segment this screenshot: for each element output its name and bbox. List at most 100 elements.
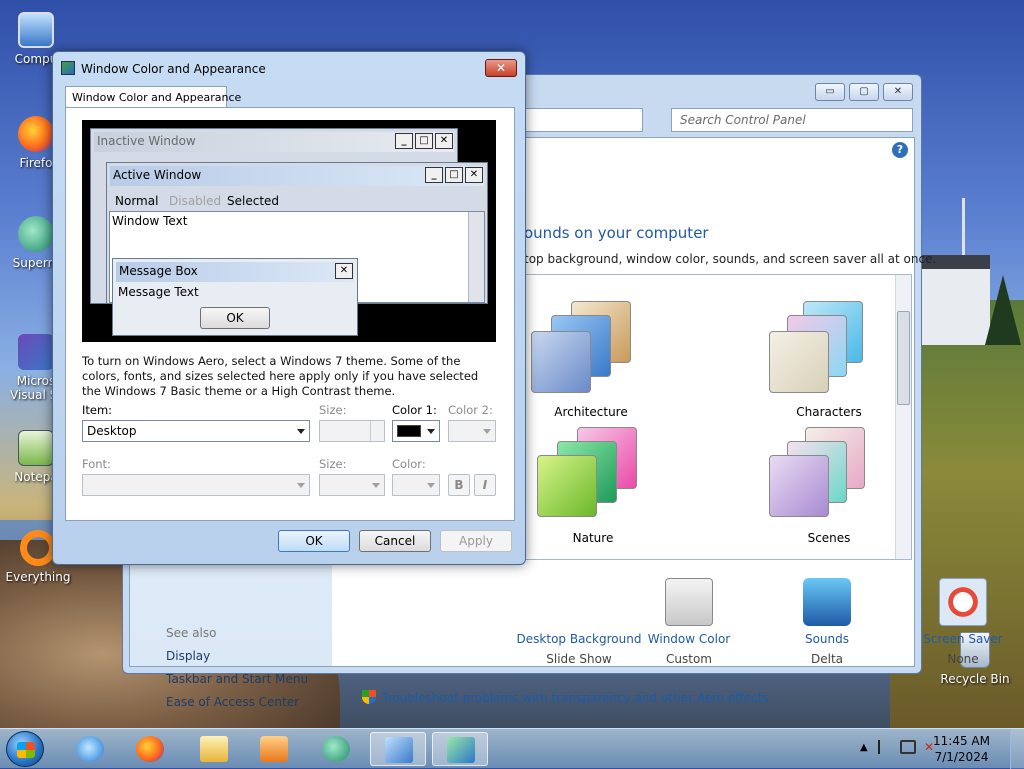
apply-button[interactable]: Apply (440, 530, 512, 552)
supermium-icon (18, 216, 54, 252)
firefox-icon (136, 736, 164, 762)
dialog-title: Window Color and Appearance (81, 62, 266, 76)
scrollbar-thumb[interactable] (897, 311, 910, 405)
taskbar-supermium[interactable] (308, 732, 364, 766)
visual-studio-icon (18, 334, 54, 370)
chevron-down-icon (427, 429, 435, 434)
media-player-icon (260, 736, 288, 762)
theme-nature[interactable]: Nature (533, 427, 653, 545)
notepad-icon (18, 430, 54, 466)
taskbar-explorer[interactable] (186, 732, 242, 766)
font-color-label: Color: (392, 457, 426, 471)
sounds-icon (803, 578, 851, 626)
computer-icon (18, 12, 54, 48)
theme-characters[interactable]: Characters (769, 301, 889, 419)
chevron-down-icon (483, 429, 491, 434)
window-color-icon (665, 578, 713, 626)
ok-button[interactable]: OK (278, 530, 350, 552)
taskbar-media-player[interactable] (246, 732, 302, 766)
color1-swatch (397, 425, 421, 437)
size-label: Size: (319, 403, 347, 417)
personalization-icon (447, 737, 475, 763)
sidebar-link-ease-of-access[interactable]: Ease of Access Center (166, 695, 299, 709)
theme-scenes[interactable]: Scenes (769, 427, 889, 545)
font-label: Font: (82, 457, 111, 471)
everything-icon (20, 530, 56, 566)
desktop-background-icon (555, 578, 603, 626)
preview-scrollbar (468, 212, 484, 302)
maximize-icon: □ (445, 167, 463, 183)
start-button[interactable] (6, 731, 44, 767)
help-icon[interactable]: ? (892, 142, 908, 158)
supermium-icon (322, 736, 350, 762)
font-dropdown[interactable] (82, 474, 310, 496)
see-also-label: See also (166, 626, 217, 640)
shield-icon (362, 690, 376, 704)
sidebar-link-display[interactable]: Display (166, 649, 210, 663)
close-icon: ✕ (465, 167, 483, 183)
taskbar-firefox[interactable] (122, 732, 178, 766)
cancel-button[interactable]: Cancel (359, 530, 431, 552)
themes-list: Architecture Characters Nature Scenes (524, 274, 912, 560)
chevron-down-icon (427, 483, 435, 488)
size-stepper[interactable] (319, 420, 385, 442)
search-input[interactable]: Search Control Panel (671, 108, 913, 132)
internet-explorer-icon (76, 736, 104, 762)
system-tray: ▲ ✕ 11:45 AM 7/1/2024 (834, 729, 1024, 769)
item-dropdown[interactable]: Desktop (82, 420, 310, 442)
font-color-picker[interactable] (392, 474, 440, 496)
appearance-preview[interactable]: Inactive Window _ □ ✕ Active Window _ □ … (82, 120, 496, 342)
sounds-link[interactable]: Sounds Delta (762, 578, 892, 666)
menu-disabled: Disabled (169, 194, 222, 208)
network-icon[interactable] (900, 740, 916, 754)
folder-icon (200, 736, 228, 762)
chevron-down-icon (372, 483, 380, 488)
menu-selected: Selected (227, 194, 280, 208)
show-desktop-button[interactable] (1010, 729, 1024, 769)
troubleshoot-link[interactable]: Troubleshoot problems with transparency … (362, 690, 769, 705)
maximize-icon: □ (415, 133, 433, 149)
preview-message-box[interactable]: Message Box ✕ Message Text OK (112, 258, 358, 336)
color1-label: Color 1: (392, 403, 437, 417)
item-label: Item: (82, 403, 113, 417)
bold-button[interactable]: B (448, 474, 470, 496)
color2-picker[interactable] (448, 420, 496, 442)
windows-logo-icon (17, 742, 35, 758)
taskbar: ▲ ✕ 11:45 AM 7/1/2024 (0, 728, 1024, 769)
action-center-flag-icon[interactable] (878, 740, 892, 754)
color1-picker[interactable] (392, 420, 440, 442)
close-button[interactable]: ✕ (883, 83, 913, 101)
font-size-dropdown[interactable] (319, 474, 385, 496)
tab-panel: Inactive Window _ □ ✕ Active Window _ □ … (65, 107, 515, 521)
maximize-button[interactable]: ▢ (849, 83, 879, 101)
dialog-app-icon (61, 61, 75, 75)
aero-description: To turn on Windows Aero, select a Window… (82, 354, 479, 398)
clock[interactable]: 11:45 AM 7/1/2024 (933, 733, 990, 765)
screen-saver-link[interactable]: Screen Saver None (898, 578, 1024, 666)
font-size-label: Size: (319, 457, 347, 471)
minimize-icon: _ (395, 133, 413, 149)
minimize-button[interactable]: ▭ (815, 83, 845, 101)
page-subheading: top background, window color, sounds, an… (524, 252, 937, 266)
theme-architecture[interactable]: Architecture (531, 301, 651, 419)
italic-button[interactable]: I (474, 474, 496, 496)
dialog-close-button[interactable]: ✕ (485, 59, 517, 77)
chevron-down-icon (297, 483, 305, 488)
wallpaper-house (920, 255, 990, 345)
wallpaper-tree (985, 275, 1021, 345)
taskbar-control-panel[interactable] (370, 732, 426, 766)
show-hidden-icons-icon[interactable]: ▲ (860, 742, 868, 753)
color2-label: Color 2: (448, 403, 493, 417)
preview-ok-button: OK (200, 307, 270, 329)
themes-scrollbar[interactable] (895, 275, 911, 559)
control-panel-icon (385, 737, 413, 763)
close-icon: ✕ (335, 263, 353, 279)
chevron-down-icon (297, 429, 305, 434)
screen-saver-icon (939, 578, 987, 626)
taskbar-window-color[interactable] (432, 732, 488, 766)
close-icon: ✕ (435, 133, 453, 149)
sidebar-link-taskbar[interactable]: Taskbar and Start Menu (166, 672, 308, 686)
window-color-link[interactable]: Window Color Custom (624, 578, 754, 666)
taskbar-internet-explorer[interactable] (62, 732, 118, 766)
tab-window-color[interactable]: Window Color and Appearance (65, 86, 241, 108)
